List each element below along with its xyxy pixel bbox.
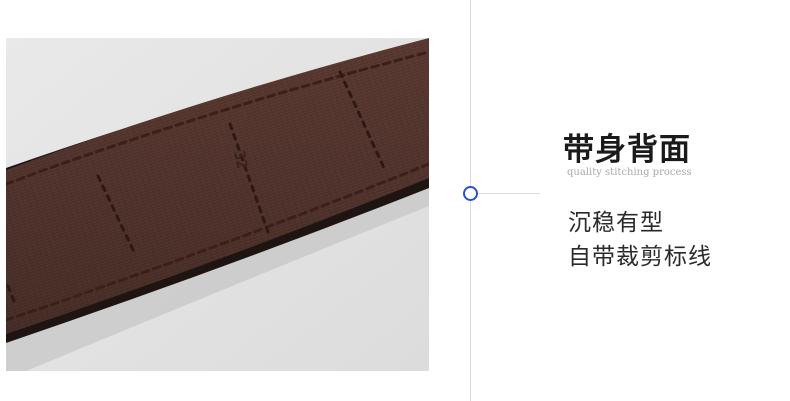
description-line-2: 自带裁剪标线: [568, 244, 712, 270]
section-subheading: quality stitching process: [567, 167, 692, 178]
section-heading: 带身背面: [563, 132, 691, 168]
product-detail-section: 32 带身背面 quality stitching process 沉稳有型 自…: [0, 0, 790, 401]
horizontal-connector: [478, 193, 540, 194]
description-line-1: 沉稳有型: [568, 210, 664, 236]
belt-back-illustration: 32: [6, 38, 429, 371]
circle-marker-icon: [463, 186, 478, 201]
size-stamp: 32: [230, 149, 251, 170]
belt-back-photo: 32: [6, 38, 429, 371]
